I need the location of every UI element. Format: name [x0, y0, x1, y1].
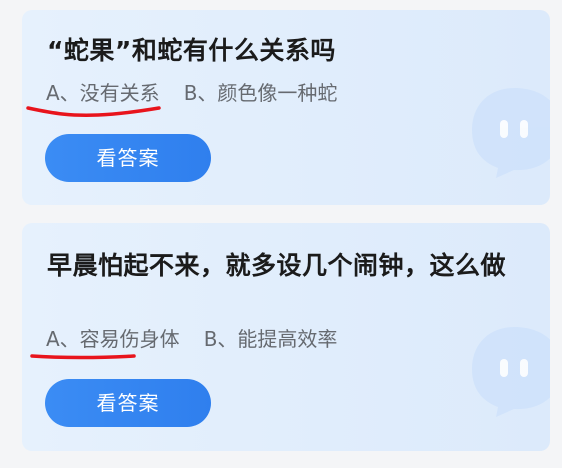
red-underline-annotation [30, 354, 136, 360]
option-a: A、容易伤身体 [46, 327, 180, 351]
question-title: “蛇果”和蛇有什么关系吗 [47, 36, 336, 65]
mascot-bubble-icon [472, 88, 550, 178]
answer-options: A、容易伤身体 B、能提高效率 [46, 327, 337, 351]
question-title: 早晨怕起不来，就多设几个闹钟，这么做 [47, 251, 507, 280]
question-card: 早晨怕起不来，就多设几个闹钟，这么做 A、容易伤身体 B、能提高效率 看答案 [22, 223, 550, 451]
red-underline-annotation [26, 106, 161, 117]
question-card: “蛇果”和蛇有什么关系吗 A、没有关系 B、颜色像一种蛇 看答案 [22, 10, 550, 205]
option-b: B、能提高效率 [203, 327, 338, 351]
mascot-bubble-icon [472, 327, 550, 417]
option-b: B、颜色像一种蛇 [183, 81, 338, 105]
answer-options: A、没有关系 B、颜色像一种蛇 [46, 81, 337, 105]
option-a: A、没有关系 [46, 81, 160, 105]
view-answer-button[interactable]: 看答案 [45, 379, 211, 427]
view-answer-button[interactable]: 看答案 [45, 134, 211, 182]
